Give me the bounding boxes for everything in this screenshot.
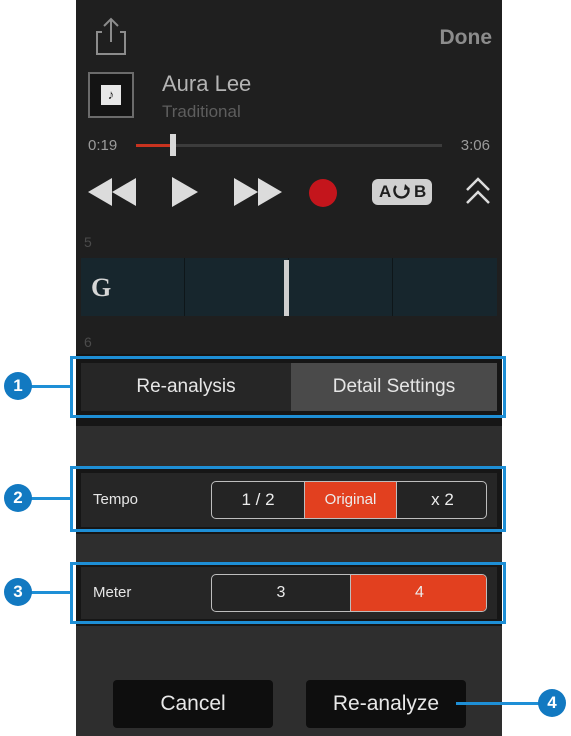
album-art[interactable]: ♪ bbox=[88, 72, 134, 118]
panel-spacer bbox=[76, 534, 502, 564]
callout-number-4: 4 bbox=[538, 689, 566, 717]
record-icon[interactable] bbox=[308, 178, 338, 213]
chord-cell[interactable] bbox=[393, 258, 497, 316]
double-chevron-up-icon[interactable] bbox=[464, 176, 492, 213]
seek-thumb[interactable] bbox=[169, 134, 176, 156]
rewind-icon[interactable] bbox=[88, 178, 138, 211]
cancel-button[interactable]: Cancel bbox=[113, 680, 273, 728]
done-button[interactable]: Done bbox=[440, 26, 493, 50]
top-bar: Done bbox=[76, 0, 502, 70]
song-artist: Traditional bbox=[162, 102, 241, 121]
share-icon[interactable] bbox=[94, 16, 128, 56]
ab-repeat-a-label: A bbox=[379, 182, 392, 201]
chord-cell[interactable] bbox=[185, 258, 289, 316]
callout-box-2 bbox=[70, 466, 506, 532]
callout-number-1: 1 bbox=[4, 372, 32, 400]
song-title: Aura Lee bbox=[162, 71, 252, 96]
chord-cell[interactable] bbox=[289, 258, 393, 316]
seek-slider[interactable] bbox=[136, 134, 442, 156]
chord-cell[interactable]: G bbox=[81, 258, 185, 316]
panel-spacer bbox=[76, 426, 502, 466]
callout-box-1 bbox=[70, 356, 506, 418]
ab-repeat-icon[interactable]: A B bbox=[372, 178, 432, 211]
callout-line-4 bbox=[456, 702, 542, 705]
music-note-icon: ♪ bbox=[101, 85, 121, 105]
fast-forward-icon[interactable] bbox=[232, 178, 282, 211]
playhead bbox=[284, 260, 289, 316]
transport-controls: A B bbox=[76, 170, 502, 214]
callout-line-2 bbox=[30, 497, 72, 500]
ab-repeat-b-label: B bbox=[414, 182, 427, 201]
seek-progress bbox=[136, 144, 173, 147]
callout-number-3: 3 bbox=[4, 578, 32, 606]
bar-number: 5 bbox=[84, 234, 92, 250]
play-icon[interactable] bbox=[172, 177, 198, 212]
chord-chart[interactable]: G bbox=[81, 258, 497, 316]
callout-line-1 bbox=[30, 385, 72, 388]
total-time: 3:06 bbox=[460, 137, 490, 154]
reanalyze-button[interactable]: Re-analyze bbox=[306, 680, 466, 728]
callout-box-3 bbox=[70, 562, 506, 624]
callout-number-2: 2 bbox=[4, 484, 32, 512]
bar-number: 6 bbox=[84, 334, 92, 350]
callout-line-3 bbox=[30, 591, 72, 594]
chord-label: G bbox=[91, 273, 112, 302]
current-time: 0:19 bbox=[88, 137, 118, 154]
